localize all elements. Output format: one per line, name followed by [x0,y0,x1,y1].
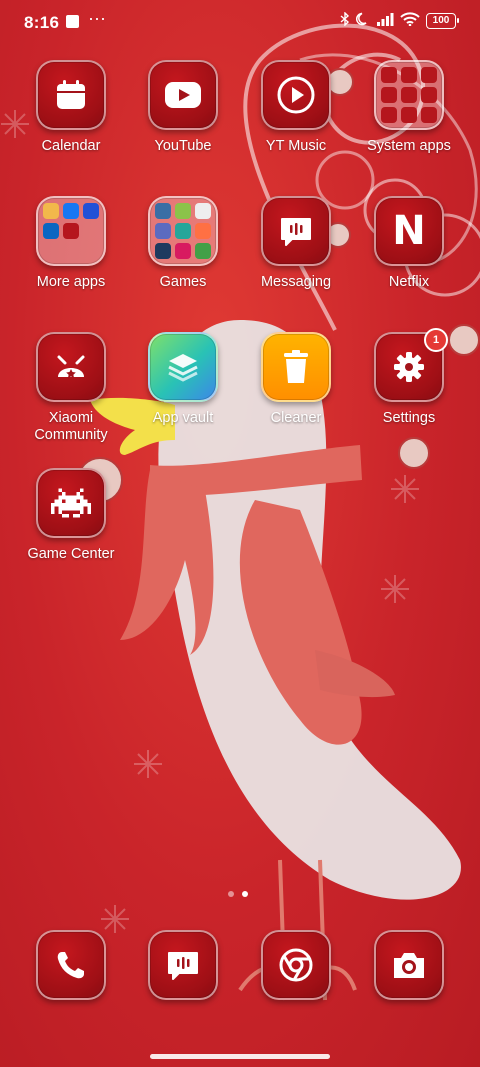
folder-more-apps[interactable]: More apps [16,196,126,291]
dock [0,930,480,1000]
messaging-icon[interactable] [261,196,331,266]
more-notifications-icon: ··· [88,8,106,28]
folder-system-apps[interactable]: System apps [354,60,464,155]
dock-phone[interactable] [16,930,126,1000]
app-messaging[interactable]: Messaging [241,196,351,291]
moon-icon [356,12,370,29]
notification-icon [66,15,79,28]
signal-icon [376,12,394,29]
home-gesture-bar[interactable] [150,1054,330,1059]
bluetooth-icon [340,11,350,29]
battery-icon: 100 [426,12,459,29]
folder-games[interactable]: Games [128,196,238,291]
camera-icon[interactable] [374,930,444,1000]
app-label: System apps [367,138,451,154]
app-xiaomi-community[interactable]: Xiaomi Community [16,332,126,444]
app-label: Games [159,274,207,290]
app-label: Calendar [41,138,101,154]
system-apps-folder[interactable] [374,60,444,130]
app-label: Settings [382,410,436,426]
app-netflix[interactable]: N Netflix [354,196,464,291]
cleaner-icon[interactable] [261,332,331,402]
notification-badge: 1 [424,328,448,352]
app-yt-music[interactable]: YT Music [241,60,351,155]
app-label: App vault [152,410,214,426]
page-dot[interactable] [228,891,234,897]
app-label: Messaging [260,274,332,290]
games-folder[interactable] [148,196,218,266]
yt-music-icon[interactable] [261,60,331,130]
app-calendar[interactable]: Calendar [16,60,126,155]
app-label: More apps [36,274,106,290]
more-apps-folder[interactable] [36,196,106,266]
phone-icon[interactable] [36,930,106,1000]
status-bar: 8:16 ··· 100 [0,0,480,44]
youtube-icon[interactable] [148,60,218,130]
chrome-icon[interactable] [261,930,331,1000]
app-label: Cleaner [270,410,322,426]
page-dot-active[interactable] [242,891,248,897]
netflix-icon[interactable]: N [374,196,444,266]
dock-camera[interactable] [354,930,464,1000]
app-label: Game Center [27,546,115,562]
dock-chrome[interactable] [241,930,351,1000]
game-center-icon[interactable] [36,468,106,538]
app-cleaner[interactable]: Cleaner [241,332,351,427]
dock-messaging[interactable] [128,930,238,1000]
app-vault[interactable]: App vault [128,332,238,427]
wifi-icon [400,12,420,29]
messaging-icon[interactable] [148,930,218,1000]
calendar-icon[interactable] [36,60,106,130]
xiaomi-community-icon[interactable] [36,332,106,402]
page-indicator[interactable] [228,891,248,897]
app-label: YouTube [154,138,212,154]
app-label: YT Music [265,138,327,154]
settings-icon[interactable]: 1 [374,328,448,402]
app-label: Xiaomi Community [34,410,108,443]
app-game-center[interactable]: Game Center [16,468,126,563]
app-youtube[interactable]: YouTube [128,60,238,155]
status-time: 8:16 [24,13,60,32]
app-vault-icon[interactable] [148,332,218,402]
app-label: Netflix [388,274,430,290]
app-settings[interactable]: 1 Settings [354,328,464,427]
